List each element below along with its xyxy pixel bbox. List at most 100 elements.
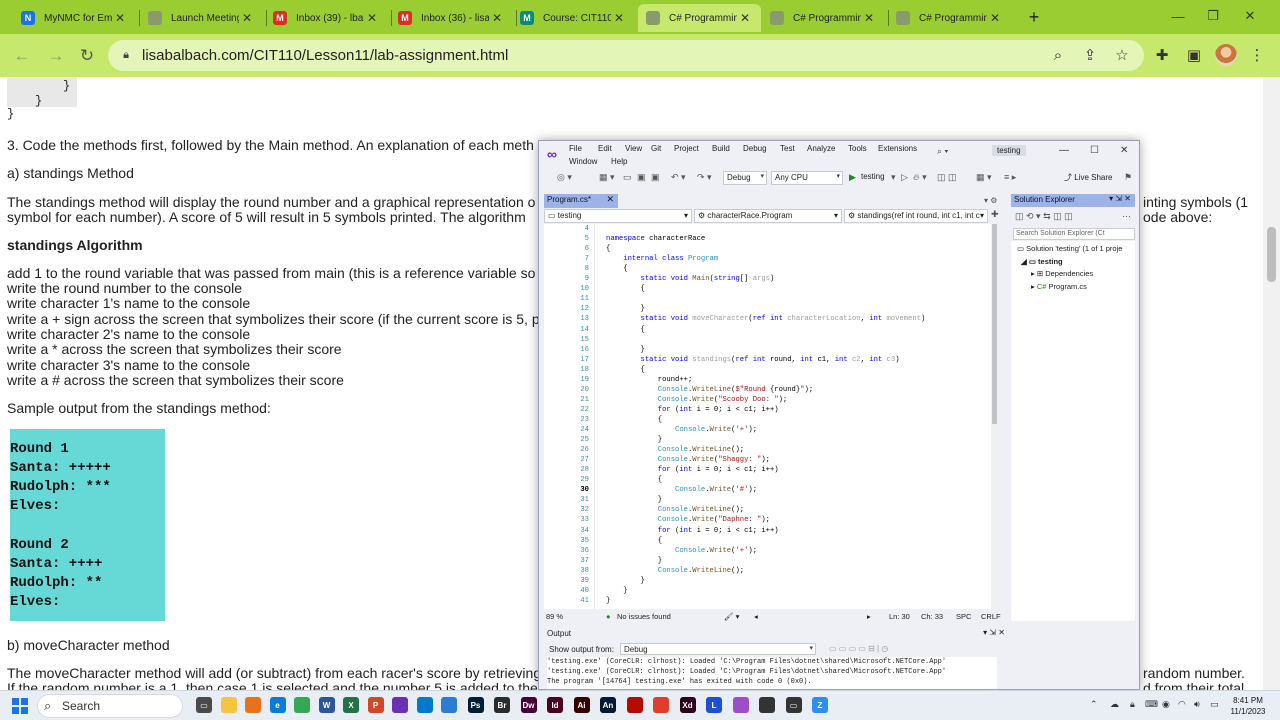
close-tab-icon[interactable]: ✕ [606,194,614,205]
code-line[interactable]: { [606,476,662,484]
taskbar-search-box[interactable] [37,694,183,718]
taskbar-app-icon[interactable] [653,697,669,713]
code-line[interactable]: Console.Write('+'); [606,547,757,555]
browser-tab[interactable]: M Inbox (36) - lisa ✕ [390,4,513,32]
menu-item[interactable]: File [569,144,582,153]
live-share-button[interactable]: ⤴ Live Share [1064,172,1112,183]
run-icon[interactable]: ▶ [849,172,856,183]
tab-close-icon[interactable]: ✕ [611,11,627,25]
solution-explorer-search[interactable]: Search Solution Explorer (Ct [1013,228,1135,240]
taskbar-app-icon[interactable]: Dw [520,697,537,713]
nav-back-icon[interactable]: ◎ ▾ [557,172,572,183]
code-line[interactable]: } [606,496,662,504]
code-line[interactable]: } [606,305,645,313]
browser-tab[interactable]: N MyNMC for Emp ✕ [13,4,136,32]
taskbar-app-icon[interactable]: Xd [679,697,696,713]
menu-item[interactable]: View [625,144,642,153]
menu-kebab-icon[interactable]: ⋮ [1245,44,1269,66]
code-line[interactable]: Console.WriteLine(); [606,446,744,454]
vs-minimize-icon[interactable]: — [1059,145,1069,156]
share-icon[interactable]: ⇪ [1078,44,1102,66]
run-dropdown-icon[interactable]: ▾ [891,172,896,183]
code-line[interactable]: static void standings(ref int round, int… [606,356,900,364]
code-line[interactable]: static void moveCharacter(ref int charac… [606,315,926,323]
member-nav-dropdown[interactable]: ⚙ standings(ref int round, int c1, int c… [844,209,988,223]
browser-tab[interactable]: M Course: CIT110 ✕ [512,4,635,32]
code-line[interactable]: Console.Write("Shaggy: "); [606,456,770,464]
menu-item[interactable]: Build [712,144,730,153]
minimize-icon[interactable]: — [1163,6,1193,26]
platform-select[interactable]: Any CPU ▾ [771,171,843,185]
taskbar-app-icon[interactable]: Ps [467,697,484,713]
menu-item[interactable]: Extensions [878,144,917,153]
taskbar-app-icon[interactable] [392,697,408,713]
cloud-icon[interactable]: ☁ [1110,699,1119,710]
taskbar-app-icon[interactable]: W [318,697,335,713]
battery-icon[interactable]: ▭ [1210,699,1219,710]
page-scrollbar[interactable] [1263,77,1280,690]
code-line[interactable]: { [606,245,610,253]
class-nav-dropdown[interactable]: ⚙ characterRace.Program ▾ [694,209,842,223]
code-line[interactable]: { [606,285,645,293]
code-line[interactable]: for (int i = 0; i < c1; i++) [606,527,779,535]
search-icon[interactable]: ⌕ ▾ [937,146,948,157]
tab-dropdown-icon[interactable]: ▾ ⚙ [984,196,997,205]
taskbar-app-icon[interactable] [626,697,643,713]
scrollbar-thumb[interactable] [1267,227,1276,282]
code-line[interactable]: } [606,577,645,585]
tab-close-icon[interactable]: ✕ [861,11,877,25]
browser-tab[interactable]: Launch Meeting ✕ [140,4,263,32]
hot-reload-icon[interactable]: 🔥︎ ▾ [913,172,927,183]
start-without-debug-icon[interactable]: ▷ [901,172,908,183]
project-node[interactable]: ◢ ▭ testing [1021,257,1063,266]
code-line[interactable]: Console.WriteLine($"Round {round}"); [606,386,813,394]
code-line[interactable]: { [606,416,662,424]
zoom-icon[interactable]: ⌕ [1046,44,1070,66]
solution-node[interactable]: ▭ Solution 'testing' (1 of 1 proje [1017,244,1122,253]
feedback-icon[interactable]: ⚑ [1124,172,1132,183]
output-source-select[interactable]: Debug ▾ [620,643,816,655]
taskbar-app-icon[interactable] [220,697,237,713]
tab-program-cs[interactable]: Program.cs* ✕ [544,194,618,208]
scroll-right-icon[interactable]: ▸ [867,612,871,621]
tab-close-icon[interactable]: ✕ [239,11,255,25]
vs-close-icon[interactable]: ✕ [1120,145,1128,156]
open-icon[interactable]: ▭ [623,172,632,183]
code-line[interactable]: round++; [606,376,693,384]
taskbar-app-icon[interactable]: Ai [573,697,590,713]
menu-item[interactable]: Test [780,144,795,153]
extensions-icon[interactable]: ✚ [1150,44,1174,66]
close-icon[interactable]: ✕ [1235,6,1265,26]
browser-tab[interactable]: C# Programmin ✕ [638,4,761,32]
code-line[interactable]: Console.WriteLine(); [606,506,744,514]
url-text[interactable]: lisabalbach.com/CIT110/Lesson11/lab-assi… [142,47,508,64]
taskbar-app-icon[interactable]: P [367,697,384,713]
toolbar-icon[interactable]: ▦ ▾ [976,172,992,183]
taskbar-app-icon[interactable] [732,697,749,713]
scroll-left-icon[interactable]: ◂ [754,612,758,621]
project-nav-dropdown[interactable]: ▭ testing ▾ [544,209,692,223]
code-line[interactable]: static void Main(string[] args) [606,275,775,283]
brush-icon[interactable]: 🖌︎ ▾ [724,612,739,621]
code-line[interactable]: { [606,326,645,334]
save-icon[interactable]: ▣ [637,172,646,183]
keyboard-icon[interactable]: ⌨ [1145,699,1158,710]
toolbar-icon[interactable]: ≡ ▸ [1004,172,1016,183]
browser-tab[interactable]: C# Programmin ✕ [888,4,1011,32]
taskbar-app-icon[interactable]: ▭ [785,697,802,713]
editor-scrollbar[interactable] [991,224,998,609]
dependencies-node[interactable]: ▸ ⊞ Dependencies [1031,269,1093,278]
output-text[interactable]: 'testing.exe' (CoreCLR: clrhost): Loaded… [547,657,997,689]
code-line[interactable]: { [606,265,627,273]
tab-close-icon[interactable]: ✕ [112,11,128,25]
start-icon[interactable] [12,698,28,714]
browser-tab[interactable]: C# Programmin ✕ [762,4,885,32]
new-item-icon[interactable]: ▦ ▾ [599,172,615,183]
sidepanel-icon[interactable]: ▣ [1182,44,1206,66]
undo-icon[interactable]: ↶ ▾ [671,172,686,183]
code-line[interactable]: { [606,366,645,374]
code-line[interactable]: } [606,436,662,444]
taskbar-app-icon[interactable]: X [343,697,359,713]
vs-maximize-icon[interactable]: ☐ [1090,145,1099,156]
line-number-status[interactable]: Ln: 30 [889,612,910,621]
